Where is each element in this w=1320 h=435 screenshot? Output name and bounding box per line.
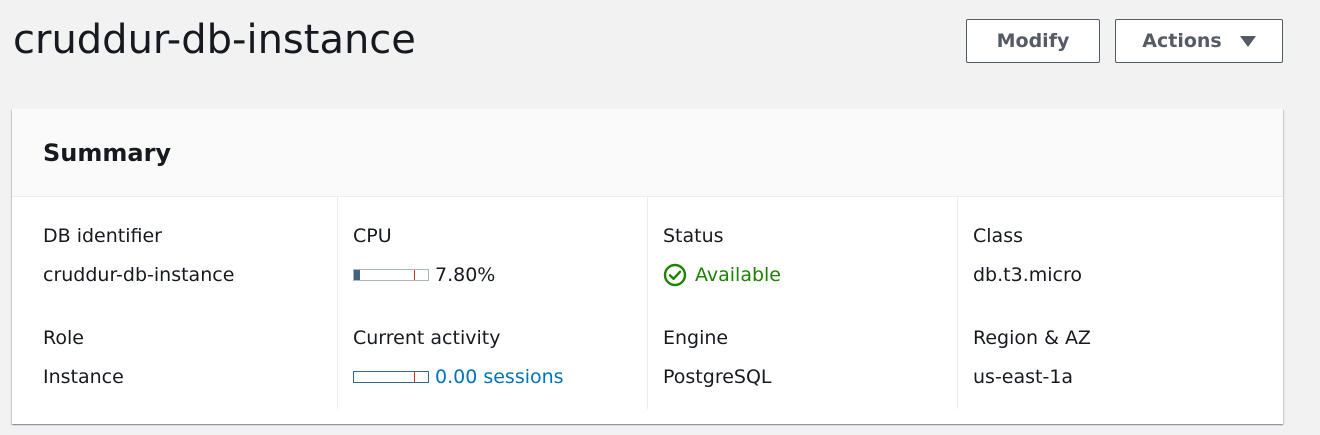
- cpu-meter-fill: [354, 270, 360, 280]
- summary-column-4: Class db.t3.micro Region & AZ us-east-1a: [957, 197, 1283, 409]
- region-az-value: us-east-1a: [973, 366, 1074, 388]
- role-field: Role Instance: [43, 325, 124, 390]
- cpu-value: 7.80%: [435, 264, 496, 286]
- actions-button-label: Actions: [1142, 30, 1222, 52]
- summary-panel: Summary DB identifier cruddur-db-instanc…: [12, 109, 1283, 424]
- current-activity-field: Current activity 0.00 sessions: [353, 325, 564, 390]
- cpu-label: CPU: [353, 225, 392, 247]
- db-identifier-field: DB identifier cruddur-db-instance: [43, 223, 234, 288]
- current-activity-meter: [353, 371, 429, 383]
- summary-title: Summary: [43, 139, 172, 167]
- summary-column-3: Status Available Engine PostgreSQL: [647, 197, 957, 409]
- region-az-field: Region & AZ us-east-1a: [973, 325, 1091, 390]
- region-az-label: Region & AZ: [973, 327, 1091, 349]
- class-value: db.t3.micro: [973, 264, 1082, 286]
- summary-panel-body: DB identifier cruddur-db-instance Role I…: [12, 197, 1283, 424]
- modify-button[interactable]: Modify: [966, 19, 1100, 63]
- role-label: Role: [43, 327, 84, 349]
- page-title: cruddur-db-instance: [13, 17, 416, 63]
- engine-value: PostgreSQL: [663, 366, 772, 388]
- class-label: Class: [973, 225, 1023, 247]
- db-identifier-label: DB identifier: [43, 225, 162, 247]
- summary-column-1: DB identifier cruddur-db-instance Role I…: [12, 197, 337, 409]
- cpu-field: CPU 7.80%: [353, 223, 495, 288]
- check-circle-icon: [663, 263, 687, 287]
- db-identifier-value: cruddur-db-instance: [43, 264, 235, 286]
- current-activity-sessions-link[interactable]: 0.00 sessions: [435, 364, 564, 390]
- status-value-row: Available: [663, 262, 781, 288]
- engine-label: Engine: [663, 327, 729, 349]
- cpu-meter-threshold: [414, 270, 415, 280]
- current-activity-label: Current activity: [353, 327, 501, 349]
- cpu-value-row: 7.80%: [353, 262, 495, 288]
- current-activity-meter-threshold: [414, 372, 415, 382]
- summary-column-2: CPU 7.80% Current activity 0.00 sessions: [337, 197, 647, 409]
- current-activity-value-row: 0.00 sessions: [353, 364, 564, 390]
- caret-down-icon: [1239, 35, 1256, 47]
- status-field: Status Available: [663, 223, 781, 288]
- status-value: Available: [695, 264, 782, 286]
- cpu-meter: [353, 269, 429, 281]
- status-label: Status: [663, 225, 724, 247]
- engine-field: Engine PostgreSQL: [663, 325, 772, 390]
- class-field: Class db.t3.micro: [973, 223, 1082, 288]
- role-value: Instance: [43, 366, 124, 388]
- modify-button-label: Modify: [996, 30, 1070, 52]
- page-header: cruddur-db-instance Modify Actions: [0, 0, 1320, 90]
- actions-dropdown-button[interactable]: Actions: [1115, 19, 1283, 63]
- summary-panel-header: Summary: [12, 109, 1283, 197]
